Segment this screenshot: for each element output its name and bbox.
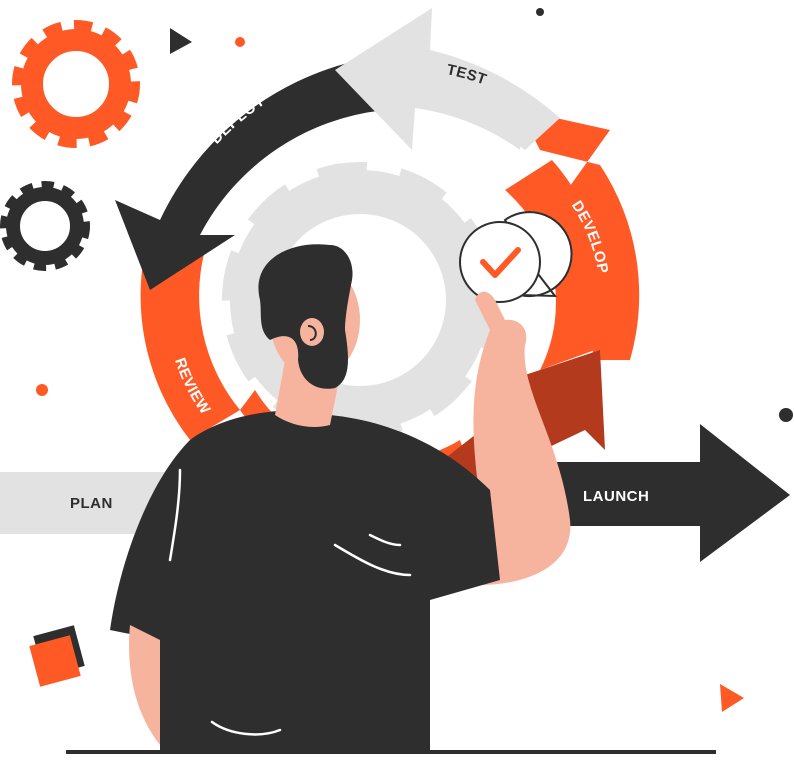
checkmark-bubble	[459, 211, 573, 303]
person-ear	[300, 318, 324, 346]
dot-shape	[779, 408, 793, 422]
person-shirt	[110, 410, 500, 750]
gear-icon	[12, 20, 140, 148]
sdlc-illustration: DEPLOY TEST DEVELOP REVIEW PLAN LAUNCH D	[0, 0, 794, 766]
dot-shape	[36, 384, 48, 396]
stage-label-plan: PLAN	[70, 495, 113, 512]
triangle-shape	[720, 684, 744, 712]
stage-label-launch: LAUNCH	[583, 488, 649, 505]
illustration-canvas: DEPLOY TEST DEVELOP REVIEW PLAN LAUNCH D	[0, 8, 793, 754]
gear-icon	[0, 181, 90, 271]
triangle-shape	[170, 28, 192, 54]
person-left-arm	[129, 625, 160, 745]
dot-shape	[235, 37, 245, 47]
test-arrow-tail	[418, 50, 560, 150]
square-shape	[29, 625, 85, 687]
ground-line	[66, 750, 716, 754]
dot-shape	[536, 8, 544, 16]
